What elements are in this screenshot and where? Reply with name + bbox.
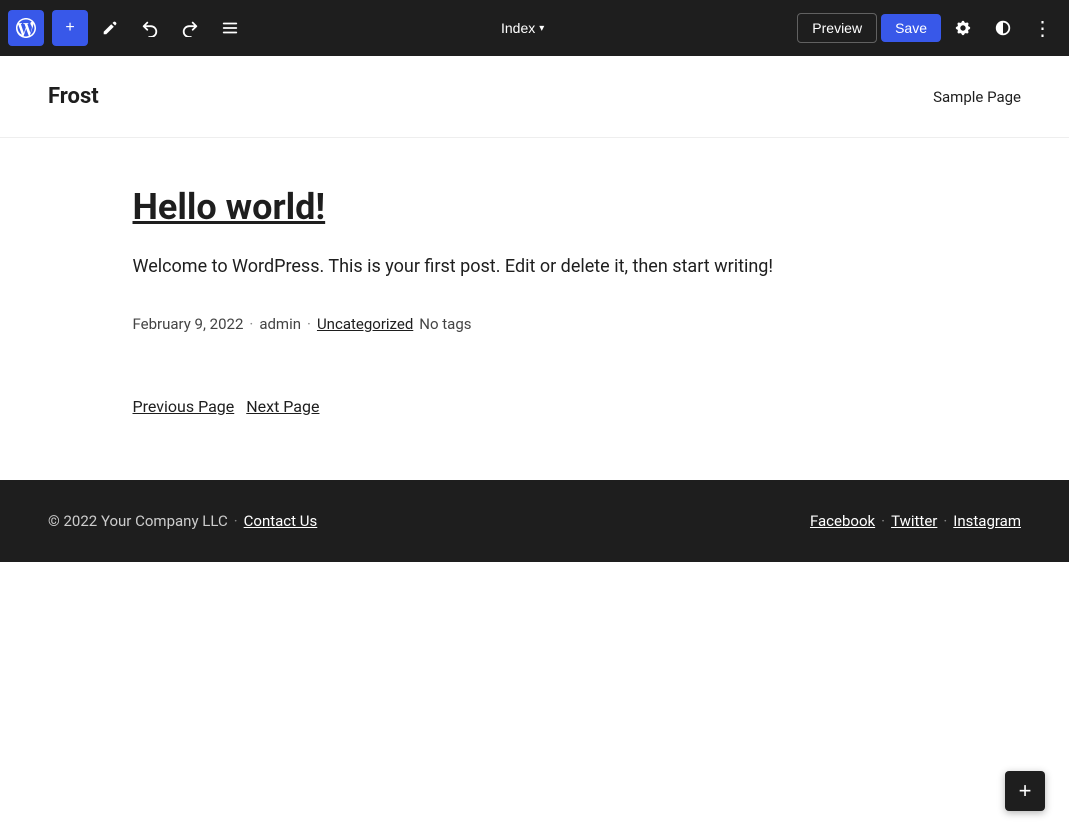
previous-page-link[interactable]: Previous Page: [133, 397, 235, 416]
add-block-button[interactable]: +: [52, 10, 88, 46]
preview-button[interactable]: Preview: [797, 13, 877, 43]
edit-button[interactable]: [92, 10, 128, 46]
site-footer: © 2022 Your Company LLC · Contact Us Fac…: [0, 480, 1069, 562]
site-header: Frost Sample Page: [0, 56, 1069, 138]
next-page-link[interactable]: Next Page: [246, 397, 319, 416]
toolbar-center: Index ▾: [252, 14, 793, 42]
save-button[interactable]: Save: [881, 14, 941, 42]
main-content: Hello world! Welcome to WordPress. This …: [85, 138, 985, 480]
meta-separator-2: ·: [307, 315, 311, 333]
post-category-link[interactable]: Uncategorized: [317, 315, 413, 333]
index-dropdown-button[interactable]: Index ▾: [493, 14, 552, 42]
page-wrapper: Frost Sample Page Hello world! Welcome t…: [0, 56, 1069, 562]
more-options-button[interactable]: ⋮: [1025, 10, 1061, 46]
post-author: admin: [259, 315, 301, 333]
redo-button[interactable]: [172, 10, 208, 46]
sample-page-link[interactable]: Sample Page: [933, 88, 1021, 106]
chevron-down-icon: ▾: [539, 23, 544, 34]
post-date: February 9, 2022: [133, 315, 244, 333]
footer-left: © 2022 Your Company LLC · Contact Us: [48, 512, 317, 530]
list-view-button[interactable]: [212, 10, 248, 46]
footer-copyright: © 2022 Your Company LLC: [48, 512, 228, 530]
floating-add-button[interactable]: +: [1005, 771, 1045, 811]
site-title[interactable]: Frost: [48, 84, 99, 109]
wp-logo[interactable]: [8, 10, 44, 46]
facebook-link[interactable]: Facebook: [810, 512, 875, 530]
post-excerpt: Welcome to WordPress. This is your first…: [133, 252, 937, 283]
footer-sep-2: ·: [881, 512, 885, 530]
pagination: Previous Page Next Page: [133, 397, 937, 416]
footer-sep-1: ·: [234, 512, 238, 530]
main-nav: Sample Page: [933, 87, 1021, 106]
twitter-link[interactable]: Twitter: [891, 512, 937, 530]
post-article: Hello world! Welcome to WordPress. This …: [133, 186, 937, 333]
contrast-button[interactable]: [985, 10, 1021, 46]
contact-us-link[interactable]: Contact Us: [244, 512, 318, 530]
toolbar-right: Preview Save ⋮: [797, 10, 1061, 46]
undo-button[interactable]: [132, 10, 168, 46]
post-tags: No tags: [419, 315, 471, 333]
post-title: Hello world!: [133, 186, 937, 228]
instagram-link[interactable]: Instagram: [953, 512, 1021, 530]
index-label: Index: [501, 20, 535, 36]
footer-right: Facebook · Twitter · Instagram: [810, 512, 1021, 530]
meta-separator-1: ·: [249, 315, 253, 333]
post-meta: February 9, 2022 · admin · Uncategorized…: [133, 315, 937, 333]
toolbar: + Index ▾ Preview Save ⋮: [0, 0, 1069, 56]
settings-button[interactable]: [945, 10, 981, 46]
footer-sep-3: ·: [943, 512, 947, 530]
